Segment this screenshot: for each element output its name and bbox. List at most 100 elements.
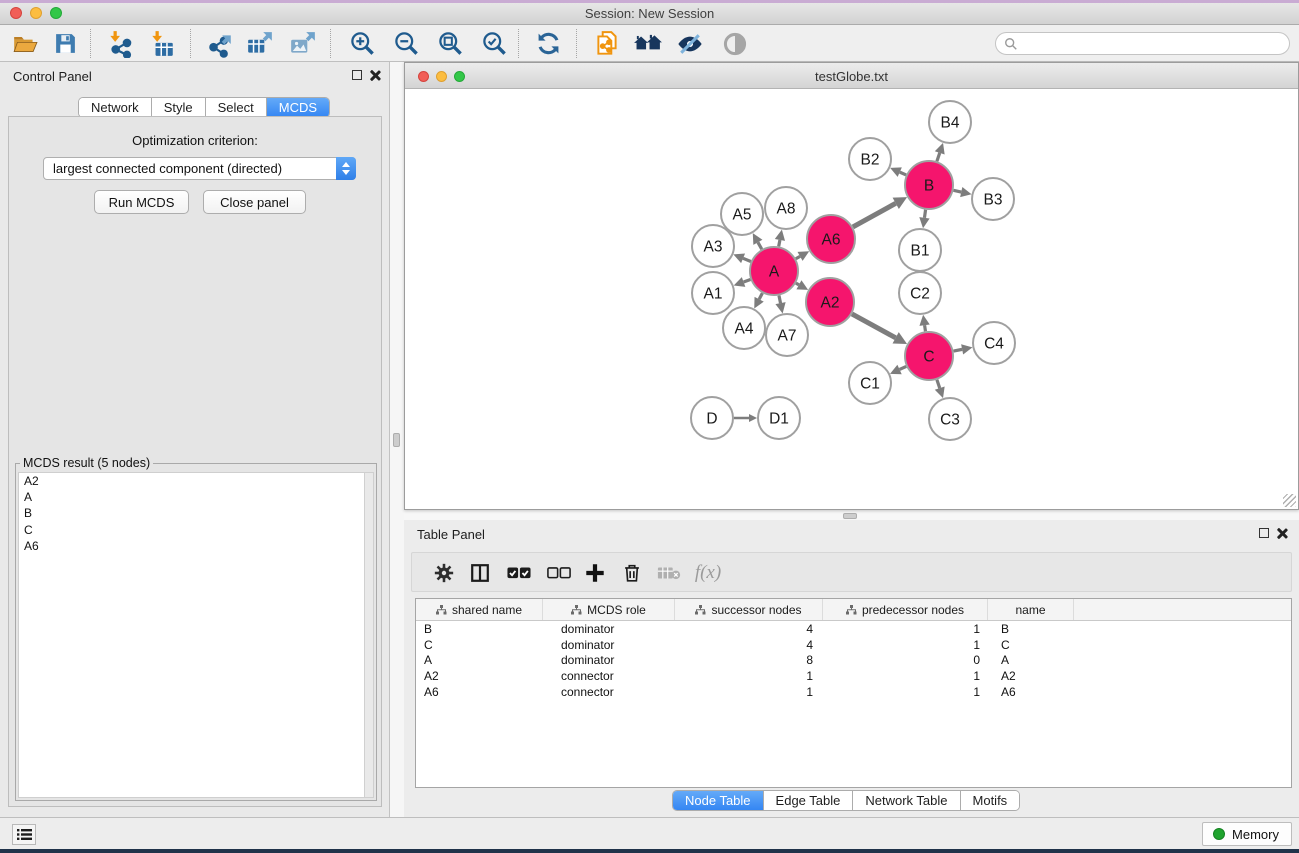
network-window-titlebar[interactable]: testGlobe.txt xyxy=(405,63,1298,89)
tab-network[interactable]: Network xyxy=(79,98,152,117)
memory-button[interactable]: Memory xyxy=(1202,822,1292,846)
edge-A-A8[interactable] xyxy=(779,240,780,247)
edge-C-C4[interactable] xyxy=(954,349,963,351)
column-header-successor-nodes[interactable]: successor nodes xyxy=(675,599,823,620)
network-canvas[interactable]: AA1A2A3A4A5A6A7A8BB1B2B3B4CC1C2C3C4DD1 xyxy=(406,89,1297,508)
import-network-icon[interactable] xyxy=(103,28,137,59)
node-table[interactable]: shared nameMCDS rolesuccessor nodesprede… xyxy=(415,598,1292,788)
column-settings-icon[interactable] xyxy=(428,558,460,588)
delete-table-icon[interactable] xyxy=(653,558,685,588)
mcds-result-item[interactable]: A xyxy=(19,489,373,505)
search-input[interactable] xyxy=(1018,36,1289,52)
tab-style[interactable]: Style xyxy=(152,98,206,117)
float-panel-icon[interactable] xyxy=(352,70,362,80)
table-row[interactable]: Adominator80A xyxy=(416,652,1291,668)
result-list-scrollbar[interactable] xyxy=(364,473,373,797)
edge-B-B3[interactable] xyxy=(953,190,961,192)
run-mcds-button[interactable]: Run MCDS xyxy=(94,190,189,214)
save-session-icon[interactable] xyxy=(48,28,82,59)
network-graph[interactable]: AA1A2A3A4A5A6A7A8BB1B2B3B4CC1C2C3C4DD1 xyxy=(406,89,1297,508)
column-header-filler xyxy=(1074,599,1291,620)
edge-A-A6[interactable] xyxy=(796,256,800,258)
table-row[interactable]: A6connector11A6 xyxy=(416,684,1291,700)
column-header-name[interactable]: name xyxy=(988,599,1074,620)
export-image-icon[interactable] xyxy=(286,28,320,59)
mcds-result-item[interactable]: A6 xyxy=(19,538,373,554)
show-graphics-details-icon[interactable] xyxy=(718,28,752,59)
edge-C-C3[interactable] xyxy=(937,380,940,388)
edge-arrowhead xyxy=(919,217,929,228)
desktop-horizontal-scrollbar[interactable] xyxy=(843,513,857,519)
column-header-shared-name[interactable]: shared name xyxy=(416,599,543,620)
edge-A-A1[interactable] xyxy=(744,279,751,281)
zoom-in-icon[interactable] xyxy=(345,28,379,59)
node-table-body: Bdominator41BCdominator41CAdominator80AA… xyxy=(416,621,1291,699)
mcds-result-item[interactable]: A2 xyxy=(19,473,373,489)
window-resize-grip[interactable] xyxy=(1283,494,1296,507)
show-columns-icon[interactable] xyxy=(464,558,496,588)
fx-label: f(x) xyxy=(695,562,721,584)
zoom-selected-icon[interactable] xyxy=(477,28,511,59)
home-layout-icon[interactable] xyxy=(631,28,665,59)
edge-A-A2[interactable] xyxy=(796,283,799,285)
export-network-icon[interactable] xyxy=(203,28,237,59)
search-field[interactable] xyxy=(995,32,1290,55)
export-table-icon[interactable] xyxy=(243,28,277,59)
table-cell: 4 xyxy=(675,638,823,652)
close-panel-button[interactable]: Close panel xyxy=(203,190,306,214)
tab-edge-table[interactable]: Edge Table xyxy=(764,791,854,810)
edge-B-B2[interactable] xyxy=(900,172,906,175)
tab-mcds[interactable]: MCDS xyxy=(267,98,329,117)
tab-motifs[interactable]: Motifs xyxy=(961,791,1020,810)
network-view-window[interactable]: testGlobe.txt AA1A2A3A4A5A6A7A8BB1B2B3B4… xyxy=(404,62,1299,510)
table-float-panel-icon[interactable] xyxy=(1259,528,1269,538)
column-header-predecessor-nodes[interactable]: predecessor nodes xyxy=(823,599,988,620)
hide-graphics-details-icon[interactable] xyxy=(673,28,707,59)
control-panel-tabs: NetworkStyleSelectMCDS xyxy=(78,97,330,118)
criterion-dropdown[interactable]: largest connected component (directed) xyxy=(43,157,356,180)
edge-A-A7[interactable] xyxy=(779,295,781,303)
task-history-button[interactable] xyxy=(12,824,36,845)
zoom-out-icon[interactable] xyxy=(389,28,423,59)
tab-node-table[interactable]: Node Table xyxy=(673,791,764,810)
network-desktop: testGlobe.txt AA1A2A3A4A5A6A7A8BB1B2B3B4… xyxy=(404,62,1299,520)
import-table-icon[interactable] xyxy=(145,28,179,59)
tab-network-table[interactable]: Network Table xyxy=(853,791,960,810)
select-all-rows-icon[interactable] xyxy=(503,558,535,588)
function-builder-icon[interactable]: f(x) xyxy=(692,558,724,588)
add-row-icon[interactable] xyxy=(579,558,611,588)
duplicate-network-icon[interactable] xyxy=(590,28,624,59)
memory-status-icon xyxy=(1213,828,1225,840)
hierarchy-icon xyxy=(571,605,582,615)
node-table-header: shared nameMCDS rolesuccessor nodesprede… xyxy=(416,599,1291,621)
edge-arrowhead xyxy=(935,143,945,155)
edge-A-A5[interactable] xyxy=(758,242,762,249)
edge-A2-C[interactable] xyxy=(852,314,896,338)
deselect-all-rows-icon[interactable] xyxy=(543,558,575,588)
table-cell: B xyxy=(416,622,543,636)
table-row[interactable]: Cdominator41C xyxy=(416,637,1291,653)
mcds-result-list[interactable]: A2ABCA6 xyxy=(18,472,374,798)
table-row[interactable]: Bdominator41B xyxy=(416,621,1291,637)
open-file-icon[interactable] xyxy=(8,28,42,59)
edge-A-A3[interactable] xyxy=(743,258,751,261)
column-header-MCDS-role[interactable]: MCDS role xyxy=(543,599,675,620)
delete-row-icon[interactable] xyxy=(616,558,648,588)
edge-C-C1[interactable] xyxy=(900,366,907,369)
table-close-panel-icon[interactable] xyxy=(1277,528,1288,539)
mcds-result-item[interactable]: B xyxy=(19,505,373,521)
edge-A-A4[interactable] xyxy=(759,293,762,299)
column-header-label: name xyxy=(1015,603,1045,617)
edge-B-B4[interactable] xyxy=(937,153,940,161)
edge-A6-B[interactable] xyxy=(853,203,896,227)
desktop-vertical-scrollbar[interactable] xyxy=(393,433,400,447)
table-row[interactable]: A2connector11A2 xyxy=(416,668,1291,684)
close-panel-icon[interactable] xyxy=(370,70,381,81)
refresh-icon[interactable] xyxy=(531,28,565,59)
zoom-fit-icon[interactable] xyxy=(433,28,467,59)
tab-select[interactable]: Select xyxy=(206,98,267,117)
edge-arrowhead xyxy=(919,315,929,326)
edge-B-B1[interactable] xyxy=(924,210,925,218)
mcds-result-item[interactable]: C xyxy=(19,522,373,538)
edge-C-C2[interactable] xyxy=(925,325,926,331)
